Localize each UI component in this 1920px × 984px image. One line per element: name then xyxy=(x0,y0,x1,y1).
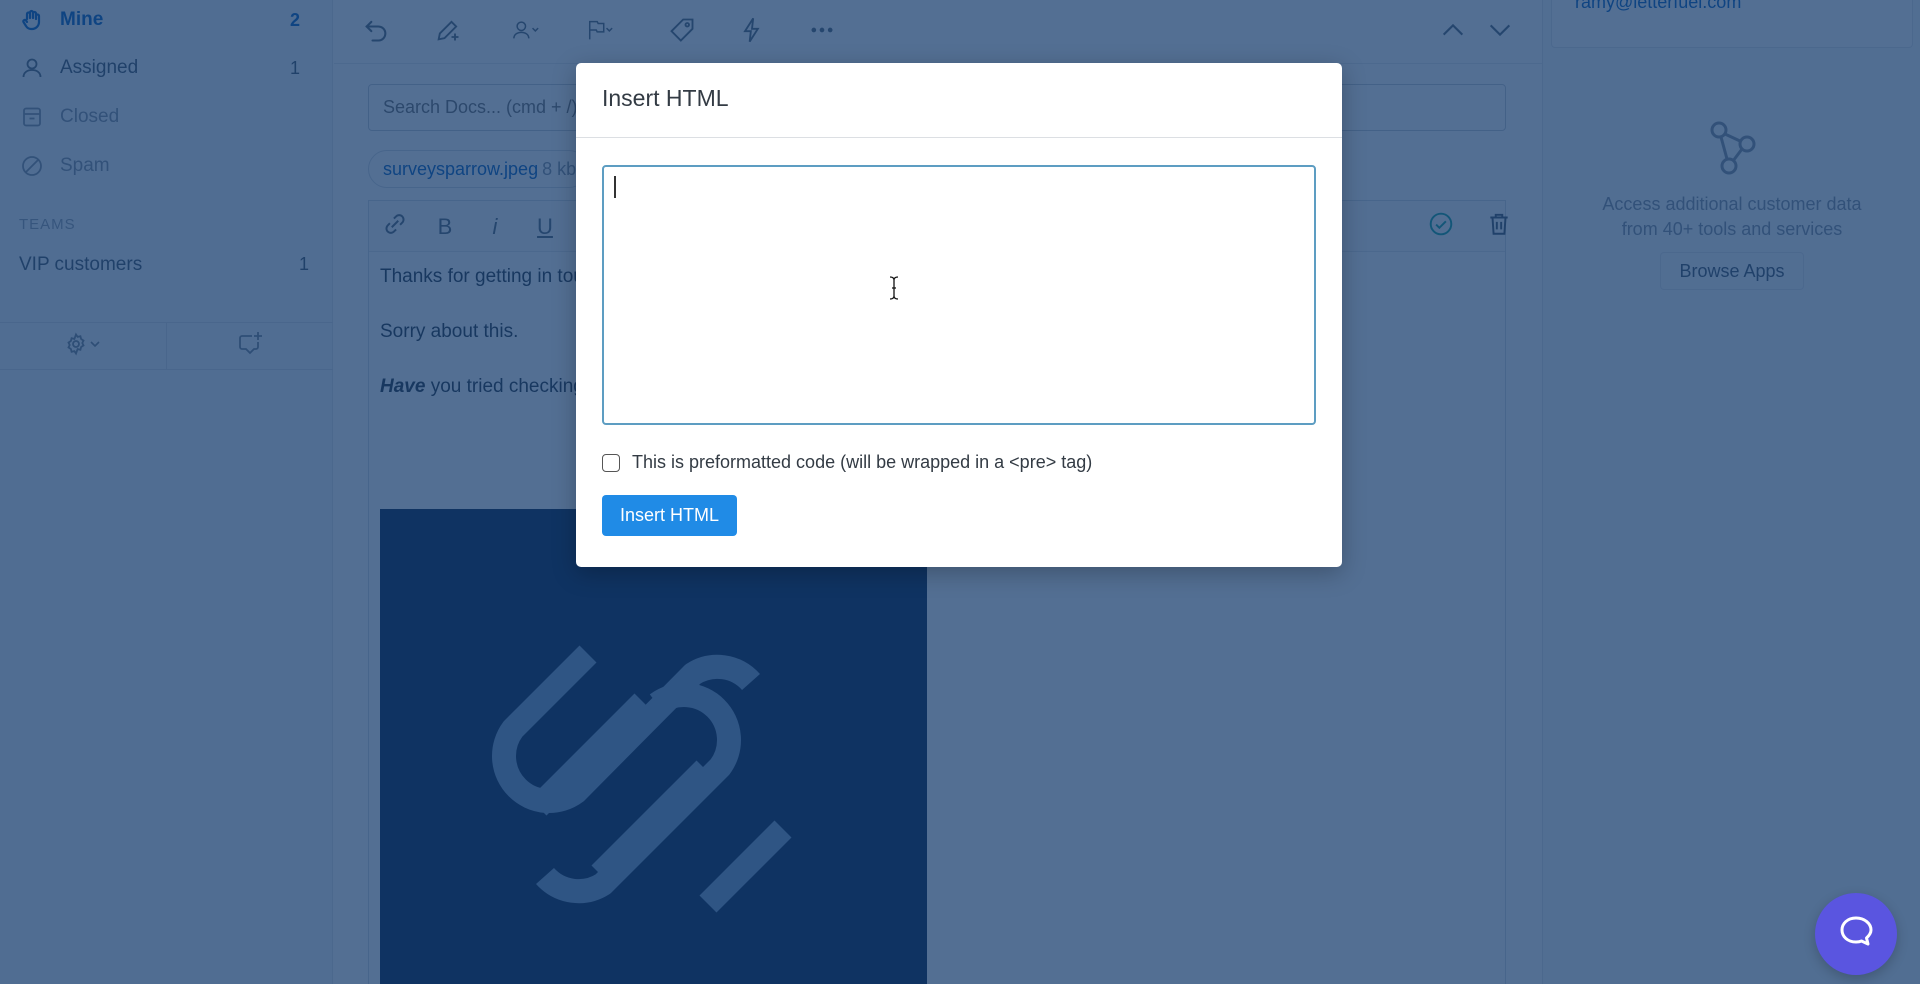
modal-body: This is preformatted code (will be wrapp… xyxy=(576,138,1342,563)
text-caret xyxy=(614,176,616,198)
preformatted-label: This is preformatted code (will be wrapp… xyxy=(632,452,1093,472)
insert-html-button[interactable]: Insert HTML xyxy=(602,495,737,536)
preformatted-option[interactable]: This is preformatted code (will be wrapp… xyxy=(602,452,1316,473)
ibeam-cursor-icon xyxy=(889,276,899,300)
html-code-input[interactable] xyxy=(602,165,1316,425)
chat-launcher-button[interactable] xyxy=(1815,893,1897,975)
modal-header: Insert HTML xyxy=(576,63,1342,138)
insert-html-modal: Insert HTML This is preformatted code (w… xyxy=(576,63,1342,567)
chat-bubble-icon xyxy=(1837,913,1875,956)
preformatted-checkbox[interactable] xyxy=(602,453,620,472)
modal-title: Insert HTML xyxy=(602,85,729,111)
